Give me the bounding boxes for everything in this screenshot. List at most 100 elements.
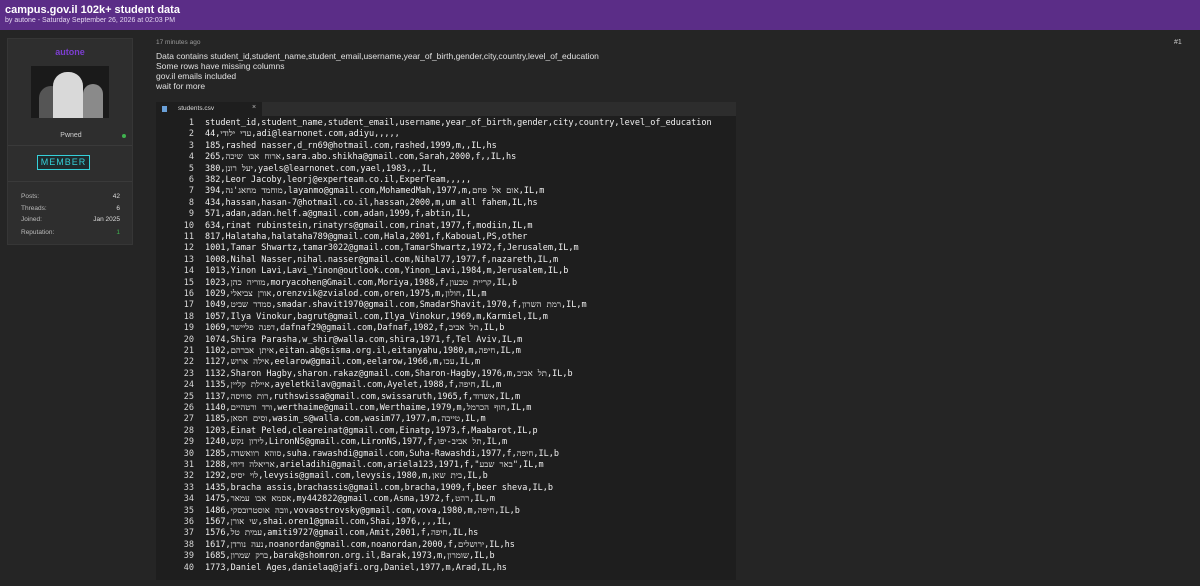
stat-threads: Threads: 6: [21, 205, 120, 214]
line-number: 6: [188, 175, 194, 185]
line-text: 1137,רות סוויסה,ruthswissa@gmail.com,swi…: [205, 391, 521, 402]
code-line: 29 1240,לירון נקש,LironNS@gmail.com,Liron…: [156, 437, 736, 448]
author-rank: Pwned: [60, 132, 82, 139]
code-line: 11 817,Halataha,halataha789@gmail.com,Hal…: [156, 232, 736, 243]
code-line: 18 1057,Ilya Vinokur,bagrut@gmail.com,Ily…: [156, 312, 736, 323]
author-panel: autone Pwned MEMBER Posts: 42 Threads: 6…: [7, 38, 133, 245]
line-number: 32: [183, 471, 194, 482]
code-editor-screenshot: students.csv × 1 student_id,student_name,…: [156, 102, 736, 580]
editor-tab[interactable]: students.csv ×: [156, 102, 262, 116]
code-line: 12 1001,Tamar Shwartz,tamar3022@gmail.com…: [156, 243, 736, 254]
line-number: 37: [183, 528, 194, 539]
line-number: 28: [183, 425, 194, 436]
line-number: 22: [183, 357, 194, 368]
online-status-icon: [122, 134, 126, 138]
line-text: 1773,Daniel Ages,danielaq@jafi.org,Danie…: [205, 562, 507, 573]
code-line: 37 1576,עמית טל,amiti9727@gmail.com,Amit,…: [156, 528, 736, 539]
line-text: 380,יעל רונן,yaels@learnonet.com,yael,19…: [205, 163, 438, 174]
stat-posts: Posts: 42: [21, 193, 120, 202]
author-username[interactable]: autone: [8, 47, 132, 57]
stat-value[interactable]: 1: [116, 229, 120, 236]
line-text: 1567,שי אורן,shai.oren1@gmail.com,Shai,1…: [205, 517, 453, 527]
code-line: 10 634,rinat rubinstein,rinatyrs@gmail.co…: [156, 221, 736, 232]
line-number: 12: [183, 243, 194, 254]
line-text: 1029,אורן צביאלי,orenzvik@zvialod.com,or…: [205, 289, 487, 299]
code-line: 3 185,rashed nasser,d_rn69@hotmail.com,ra…: [156, 141, 736, 152]
line-text: 817,Halataha,halataha789@gmail.com,Hala,…: [205, 232, 528, 242]
line-text: 185,rashed nasser,d_rn69@hotmail.com,ras…: [205, 140, 497, 151]
line-number: 11: [183, 232, 194, 242]
line-text: 394,מוחמד מחאג'נה,layanmo@gmail.com,Moha…: [205, 186, 545, 197]
line-number: 5: [188, 163, 194, 174]
code-line: 17 1049,סמדר שביט,smadar.shavit1970@gmail…: [156, 300, 736, 311]
thread-byline: by autone - Saturday September 26, 2026 …: [5, 17, 176, 24]
line-text: 1203,Einat Peled,cleareinat@gmail.com,Ei…: [205, 425, 538, 436]
code-line: 40 1773,Daniel Ages,danielaq@jafi.org,Dan…: [156, 563, 736, 574]
line-text: 44,עדי ילודי,adi@learnonet.com,adiyu,,,,…: [205, 129, 400, 140]
code-line: 21 1102,איתן אברהם,eitan.ab@sisma.org.il,…: [156, 346, 736, 357]
line-number: 21: [183, 346, 194, 356]
stat-value: 6: [116, 205, 120, 212]
line-number: 30: [183, 448, 194, 459]
line-text: 1013,Yinon Lavi,Lavi_Yinon@outlook.com,Y…: [205, 266, 569, 277]
line-number: 10: [183, 220, 194, 231]
csv-content: 1 student_id,student_name,student_email,u…: [156, 118, 736, 580]
line-text: 1292,לוי יסיס,levysis@gmail.com,levysis,…: [205, 471, 488, 482]
line-text: 1185,וסים חסאן,wasim_s@walla.com,wasim77…: [205, 414, 486, 425]
post-line: gov.il emails included: [156, 71, 237, 81]
code-line: 27 1185,וסים חסאן,wasim_s@walla.com,wasim…: [156, 414, 736, 425]
code-line: 14 1013,Yinon Lavi,Lavi_Yinon@outlook.com…: [156, 266, 736, 277]
line-text: student_id,student_name,student_email,us…: [205, 118, 712, 128]
line-text: 1435,bracha assis,brachassis@gmail.com,b…: [205, 482, 553, 493]
line-text: 1001,Tamar Shwartz,tamar3022@gmail.com,T…: [205, 243, 579, 254]
line-number: 23: [183, 368, 194, 379]
line-text: 1008,Nihal Nasser,nihal.nasser@gmail.com…: [205, 254, 559, 265]
line-number: 27: [183, 414, 194, 425]
avatar-figure-right: [83, 84, 103, 118]
line-text: 1140,ורד ורטהיים,werthaime@gmail.com,Wer…: [205, 403, 532, 413]
code-line: 38 1617,נעה נורדן,noanordan@gmail.com,noa…: [156, 540, 736, 551]
sidebar-divider: [8, 145, 132, 146]
line-number: 18: [183, 311, 194, 322]
close-icon[interactable]: ×: [252, 104, 256, 111]
line-number: 36: [183, 517, 194, 527]
code-line: 28 1203,Einat Peled,cleareinat@gmail.com,…: [156, 426, 736, 437]
member-badge: MEMBER: [37, 155, 90, 170]
stat-label: Threads:: [21, 205, 47, 212]
line-number: 8: [188, 197, 194, 208]
code-line: 34 1475,אסמא אבו עמאר,my442822@gmail.com,…: [156, 494, 736, 505]
code-line: 26 1140,ורד ורטהיים,werthaime@gmail.com,W…: [156, 403, 736, 414]
post-number[interactable]: #1: [1174, 39, 1182, 46]
code-line: 39 1685,ברק שמרון,barak@shomron.org.il,Ba…: [156, 551, 736, 562]
line-text: 1617,נעה נורדן,noanordan@gmail.com,noano…: [205, 539, 515, 550]
line-number: 9: [188, 209, 194, 220]
code-line: 22 1127,אילה ארוש,eelarow@gmail.com,eelar…: [156, 357, 736, 368]
line-text: 1576,עמית טל,amiti9727@gmail.com,Amit,20…: [205, 528, 479, 539]
sidebar-divider: [8, 181, 132, 182]
post-timestamp[interactable]: 17 minutes ago: [156, 39, 200, 46]
code-line: 36 1567,שי אורן,shai.oren1@gmail.com,Shai…: [156, 517, 736, 528]
stat-value: Jan 2025: [93, 216, 120, 223]
avatar[interactable]: [31, 66, 109, 118]
line-number: 33: [183, 482, 194, 493]
line-number: 15: [183, 277, 194, 288]
code-line: 8 434,hassan,hasan-7@hotmail.co.il,hassan…: [156, 198, 736, 209]
line-text: 1049,סמדר שביט,smadar.shavit1970@gmail.c…: [205, 300, 587, 311]
code-line: 32 1292,לוי יסיס,levysis@gmail.com,levysi…: [156, 471, 736, 482]
editor-tab-label: students.csv: [178, 105, 215, 112]
code-line: 20 1074,Shira Parasha,w_shir@walla.com,sh…: [156, 335, 736, 346]
line-number: 40: [183, 562, 194, 573]
line-text: 1475,אסמא אבו עמאר,my442822@gmail.com,As…: [205, 494, 495, 505]
code-line: 35 1486,וובה אוסטרובסקי,vovaostrovsky@gma…: [156, 506, 736, 517]
stat-label: Joined:: [21, 216, 42, 223]
line-text: 434,hassan,hasan-7@hotmail.co.il,hassan,…: [205, 197, 538, 208]
stat-label: Posts:: [21, 193, 40, 200]
code-line: 1 student_id,student_name,student_email,u…: [156, 118, 736, 129]
line-number: 31: [183, 460, 194, 470]
line-number: 2: [188, 129, 194, 140]
line-number: 14: [183, 266, 194, 277]
line-number: 20: [183, 334, 194, 345]
line-text: 1486,וובה אוסטרובסקי,vovaostrovsky@gmail…: [205, 505, 520, 516]
code-line: 31 1288,אריאלה דיחי,arieladihi@gmail.com,…: [156, 460, 736, 471]
line-text: 1240,לירון נקש,LironNS@gmail.com,LironNS…: [205, 437, 508, 448]
